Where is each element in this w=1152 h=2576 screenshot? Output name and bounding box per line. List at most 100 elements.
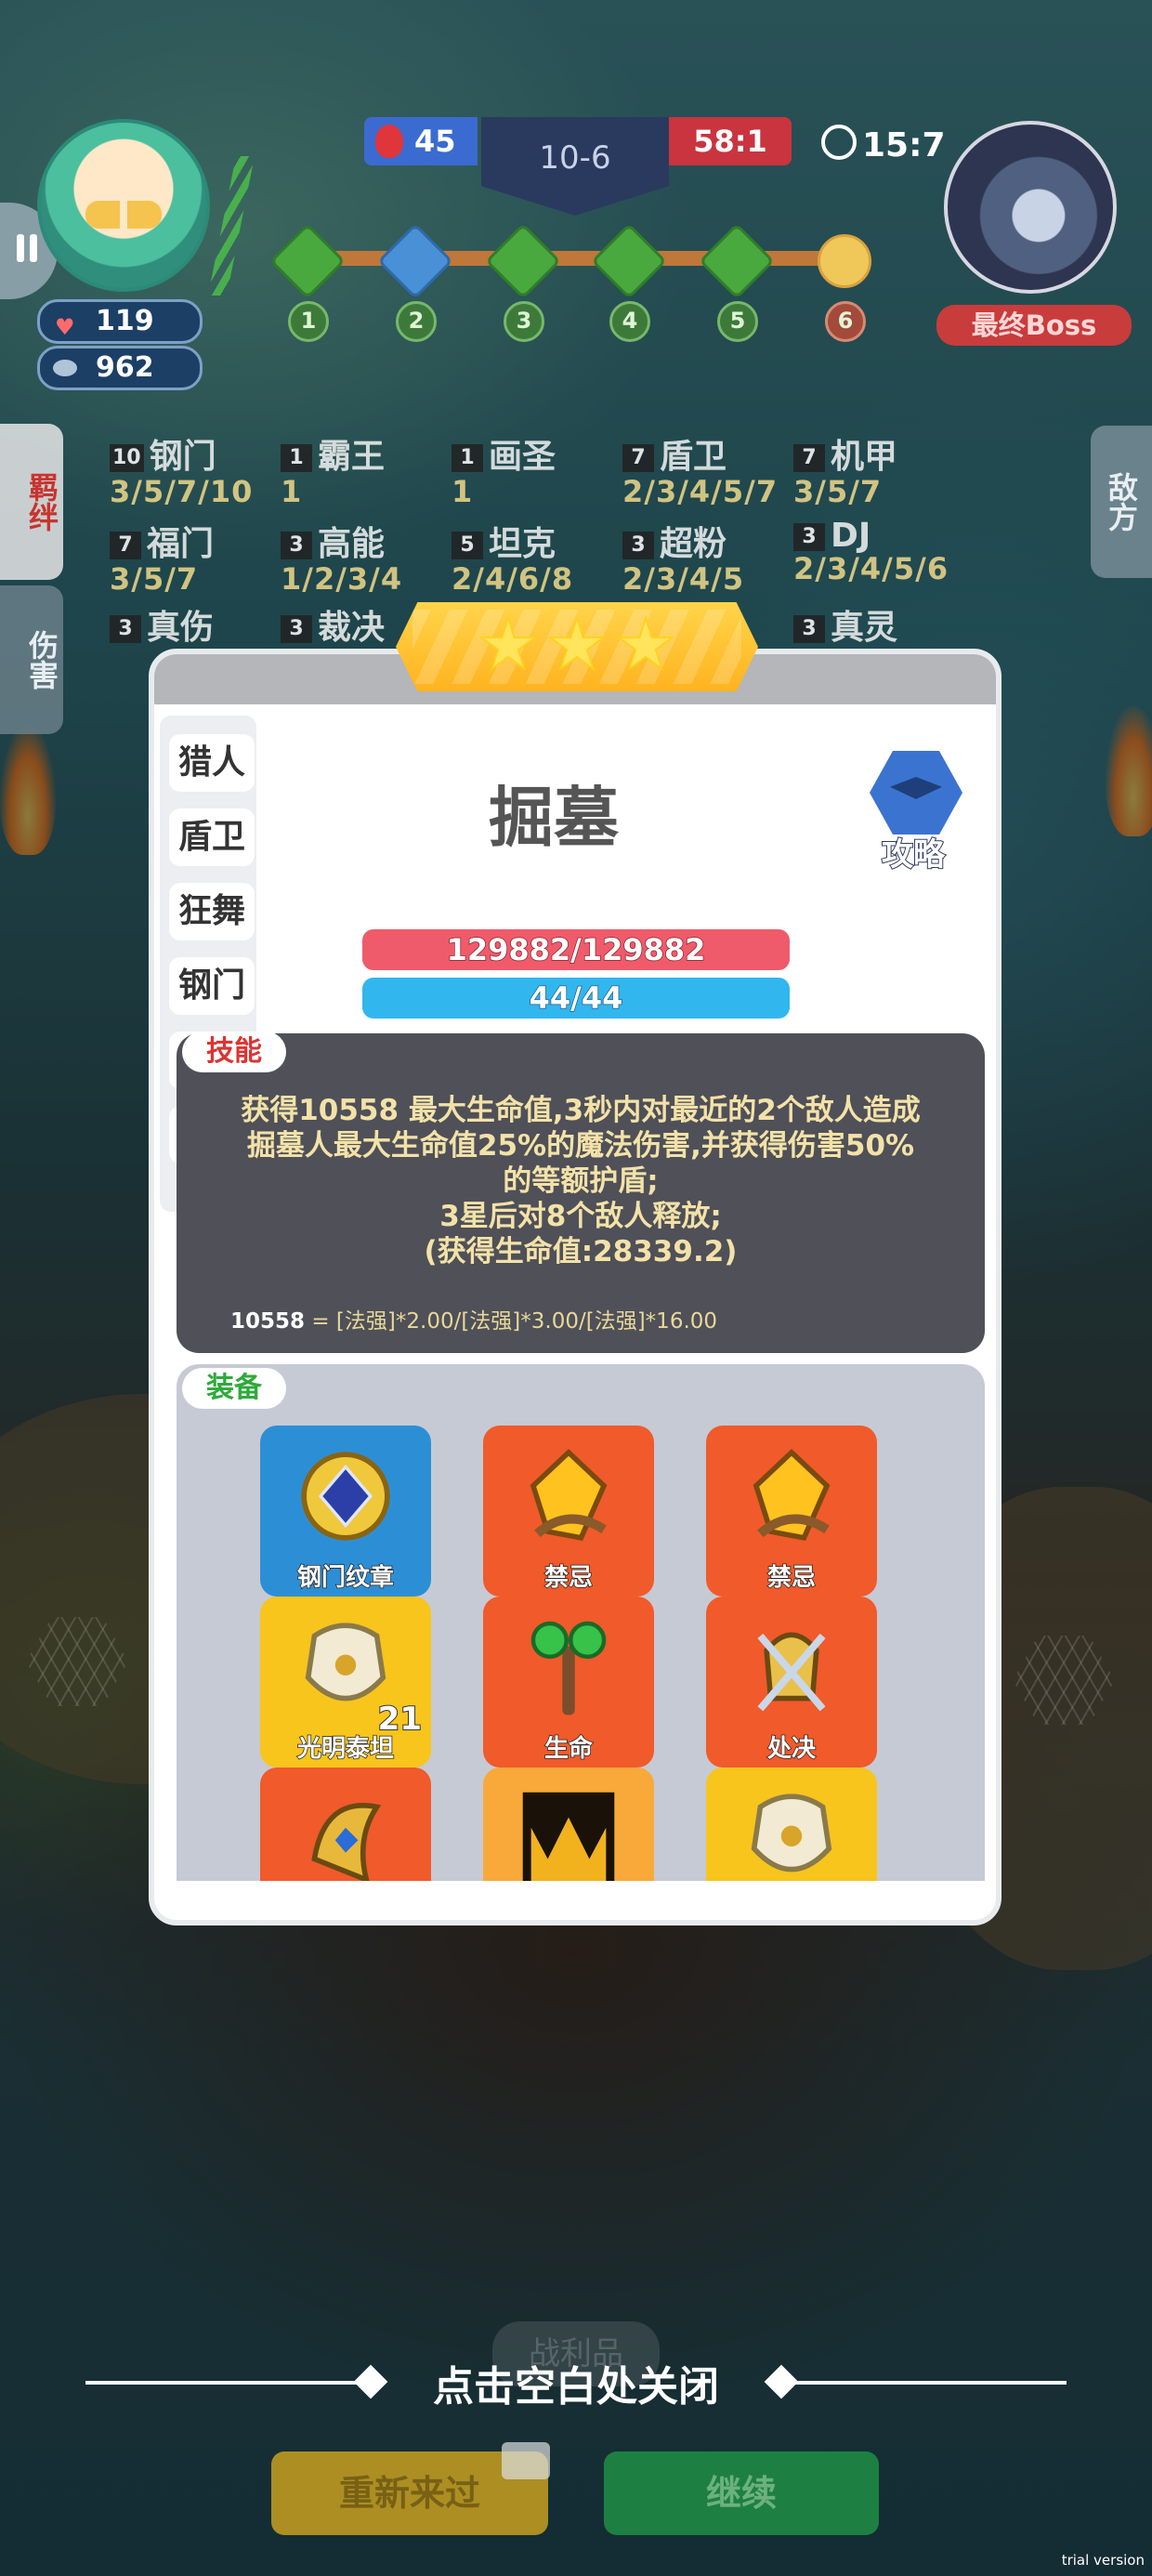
equipment-slot[interactable]: 禁忌 xyxy=(483,1426,654,1597)
star-icon xyxy=(547,615,607,672)
equipment-slot[interactable]: 禁忌 xyxy=(706,1426,877,1597)
star-rating-banner xyxy=(396,602,758,691)
tab-enemy[interactable]: 敌方 xyxy=(1091,426,1152,578)
synergy-name: 机甲 xyxy=(831,438,898,476)
wave-node-number: 3 xyxy=(504,301,544,342)
synergy-item[interactable]: 1 画圣 1 xyxy=(452,429,556,509)
synergy-name: 钢门 xyxy=(149,438,216,476)
wave-node-number: 4 xyxy=(609,301,650,342)
synergy-levels: 3/5/7 xyxy=(110,561,199,597)
synergy-count: 1 xyxy=(452,444,483,472)
synergy-name: 真灵 xyxy=(831,609,898,647)
wave-node-number: 6 xyxy=(825,301,866,342)
heart-icon: ♥ xyxy=(55,314,75,340)
enemy-score: 58:1 xyxy=(669,117,792,165)
synergy-count: 1 xyxy=(281,444,312,472)
guide-button[interactable]: 攻略 xyxy=(857,751,970,874)
synergy-levels: 2/3/4/5 xyxy=(622,561,745,597)
tab-synergy[interactable]: 羁绊 xyxy=(0,424,63,580)
synergy-name: 霸王 xyxy=(318,438,386,476)
skill-formula-value: 10558 xyxy=(230,1309,306,1334)
synergy-item[interactable]: 3 DJ 2/3/4/5/6 xyxy=(793,517,949,586)
wave-node-number: 1 xyxy=(288,301,329,342)
synergy-item[interactable]: 3 真伤 xyxy=(110,600,214,647)
synergy-count: 7 xyxy=(622,444,654,472)
clock-icon xyxy=(821,125,857,160)
skill-tag: 技能 xyxy=(182,1032,286,1072)
synergy-item[interactable]: 1 霸王 1 xyxy=(281,429,385,509)
synergy-name: 盾卫 xyxy=(660,438,727,476)
synergy-levels: 3/5/7 xyxy=(793,474,883,509)
synergy-item[interactable]: 3 真灵 xyxy=(793,600,898,647)
player-coin-pill: 962 xyxy=(37,346,203,390)
retry-label: 重新来过 xyxy=(338,2473,480,2514)
equipment-slot[interactable]: 处决 xyxy=(706,1597,877,1768)
hero-list-item[interactable]: 猎人 xyxy=(169,734,255,792)
player-hp-pill: ♥ 119 xyxy=(37,299,203,344)
equipment-name: 光明泰坦 xyxy=(296,1734,395,1764)
continue-button[interactable]: 继续 xyxy=(604,2451,879,2535)
synergy-name: 裁决 xyxy=(318,609,386,647)
tab-damage[interactable]: 伤害 xyxy=(0,585,63,734)
player-coin-value: 962 xyxy=(96,351,154,384)
synergy-item[interactable]: 10 钢门 3/5/7/10 xyxy=(110,429,253,509)
equipment-slot[interactable] xyxy=(260,1768,431,1881)
synergy-item[interactable]: 3 超粉 2/3/4/5 xyxy=(622,517,744,597)
hero-list-item[interactable]: 狂舞 xyxy=(169,883,255,940)
equipment-name: 生命 xyxy=(543,1734,594,1764)
player-avatar[interactable] xyxy=(37,119,210,292)
synergy-name: 福门 xyxy=(147,525,215,563)
synergy-item[interactable]: 3 裁决 xyxy=(281,600,386,647)
synergy-levels: 2/3/4/5/7 xyxy=(622,474,779,509)
synergy-name: DJ xyxy=(831,517,871,555)
synergy-count: 10 xyxy=(110,444,144,472)
synergy-levels: 1 xyxy=(281,474,303,509)
equipment-slot[interactable] xyxy=(483,1768,654,1881)
skill-formula: 10558 = [法强]*2.00/[法强]*3.00/[法强]*16.00 xyxy=(230,1303,717,1334)
hero-name: 掘墓 xyxy=(489,780,619,856)
hero-mana-bar: 44/44 xyxy=(362,978,790,1019)
hero-list-item[interactable]: 钢门 xyxy=(169,957,255,1015)
synergy-count: 3 xyxy=(793,615,825,643)
fire-right xyxy=(1106,706,1152,836)
synergy-item[interactable]: 7 盾卫 2/3/4/5/7 xyxy=(622,429,778,509)
coin-icon xyxy=(53,360,77,376)
boss-avatar[interactable] xyxy=(944,121,1117,294)
timer-value: 15:7 xyxy=(862,126,946,164)
synergy-count: 7 xyxy=(793,444,825,472)
retry-button[interactable]: 重新来过 xyxy=(271,2442,550,2535)
synergy-levels: 3/5/7/10 xyxy=(110,474,254,509)
equipment-name: 钢门纹章 xyxy=(296,1563,395,1593)
hero-detail-modal: 猎人 盾卫 狂舞 钢门 掘墓 攻略 129882/129882 44/44 技能… xyxy=(149,649,1001,1925)
timer: 15:7 xyxy=(821,125,946,164)
hero-list-item[interactable]: 盾卫 xyxy=(169,808,255,866)
equipment-tag: 装备 xyxy=(182,1368,286,1409)
synergy-levels: 1/2/3/4 xyxy=(281,561,403,597)
equipment-slot[interactable]: 生命 xyxy=(483,1597,654,1768)
synergy-item[interactable]: 3 高能 1/2/3/4 xyxy=(281,517,402,597)
equipment-name: 处决 xyxy=(766,1734,817,1764)
equipment-slot[interactable]: 21 光明泰坦 xyxy=(260,1597,431,1768)
boss-label: 最终Boss xyxy=(936,305,1132,346)
equipment-slot[interactable]: 钢门纹章 xyxy=(260,1426,431,1597)
synergy-name: 高能 xyxy=(318,525,386,563)
close-hint[interactable]: 点击空白处关闭 xyxy=(0,2353,1152,2412)
flame-icon xyxy=(375,125,403,158)
equipment-name: 禁忌 xyxy=(766,1563,817,1593)
synergy-name: 坦克 xyxy=(489,525,556,563)
star-icon xyxy=(478,615,538,672)
synergy-item[interactable]: 5 坦克 2/4/6/8 xyxy=(452,517,573,597)
synergy-name: 画圣 xyxy=(489,438,556,476)
equipment-panel[interactable]: 装备 钢门纹章 禁忌 禁忌 21 光明泰坦 生命 处决 xyxy=(177,1364,985,1881)
synergy-item[interactable]: 7 机甲 3/5/7 xyxy=(793,429,897,509)
watermark: trial version xyxy=(1061,2552,1145,2569)
synergy-count: 3 xyxy=(281,532,312,559)
synergy-count: 3 xyxy=(110,615,141,643)
synergy-item[interactable]: 7 福门 3/5/7 xyxy=(110,517,214,597)
synergy-levels: 1 xyxy=(452,474,474,509)
equipment-slot[interactable] xyxy=(706,1768,877,1881)
skill-panel: 技能 获得10558 最大生命值,3秒内对最近的2个敌人造成 掘墓人最大生命值2… xyxy=(177,1032,985,1353)
fire-left xyxy=(0,725,56,855)
wave-node-number: 2 xyxy=(396,301,437,342)
synergy-name: 超粉 xyxy=(660,525,727,563)
